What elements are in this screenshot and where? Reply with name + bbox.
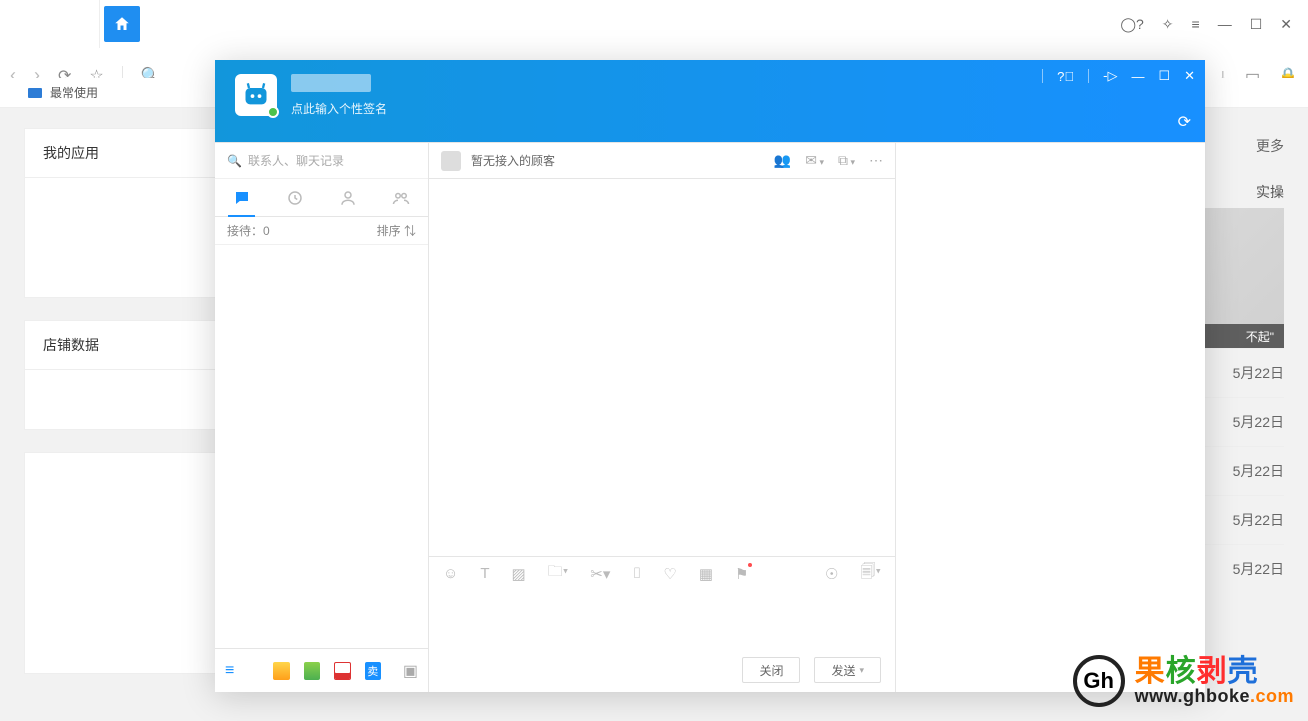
image-icon[interactable]: ▨ [512,565,526,583]
template-icon[interactable]: 🗐▾ [860,561,881,586]
user-name [291,74,371,92]
chat-main: 暂无接入的顾客 👥 ✉ ⧉ ⋯ ☺ T ▨ 🗀▾ ✂▾ ⌷ ♡ ▦ ⚑ [429,143,895,692]
sidebar-status: 接待：0 排序 ⇅ [215,217,428,245]
browser-tab[interactable] [0,0,100,48]
home-button[interactable] [104,6,140,42]
chat-window-controls: ?⃝ -▷ — ☐ ✕ [1042,68,1195,84]
watermark: Gh 果核剥壳 www.ghboke.com [1073,655,1294,707]
message-area [429,179,895,556]
flag-icon[interactable]: ⚑ [735,565,748,583]
app-shortcut-icon[interactable] [273,662,289,680]
avatar[interactable] [235,74,277,116]
browser-titlebar: ◯? ✧ ≡ — ☐ ✕ [0,0,1308,48]
extensions-icon[interactable]: ✧ [1162,16,1174,33]
app-shortcut-icon[interactable] [334,662,351,680]
watermark-logo-icon: Gh [1073,655,1125,707]
search-icon: 🔍 [227,154,242,168]
refresh-icon[interactable]: ⟳ [1178,112,1191,132]
customer-avatar [441,151,461,171]
more-icon[interactable]: ⋯ [869,152,883,169]
message-input[interactable] [429,590,895,648]
bookmark-folder-icon [28,88,42,98]
close-icon[interactable]: ✕ [1184,68,1195,84]
chat-sidebar: 🔍 联系人、聊天记录 接待：0 排序 ⇅ [215,143,429,692]
tab-group[interactable] [375,179,428,216]
app-shortcut-icon[interactable]: 卖 [365,662,381,680]
app-shortcut-icon[interactable] [304,662,320,680]
chat-header: 点此输入个性签名 ?⃝ -▷ — ☐ ✕ ⟳ [215,60,1205,142]
phone-icon[interactable]: ⌷ [632,565,641,582]
editor-toolbar: ☺ T ▨ 🗀▾ ✂▾ ⌷ ♡ ▦ ⚑ ☉ 🗐▾ [429,556,895,590]
menu-icon[interactable]: ≡ [225,662,234,680]
status-online-icon [267,106,279,118]
pin-icon[interactable]: -▷ [1103,68,1117,84]
calc-icon[interactable]: ▦ [699,565,713,583]
tab-contact[interactable] [322,179,375,216]
quick-reply-icon[interactable]: ☉ [825,565,838,583]
chat-right-panel [895,143,1205,692]
conversation-header: 暂无接入的顾客 👥 ✉ ⧉ ⋯ [429,143,895,179]
sidebar-tabs [215,179,428,217]
maximize-icon[interactable]: ☐ [1158,68,1170,84]
signature-input[interactable]: 点此输入个性签名 [291,100,387,117]
transfer-icon[interactable]: ✉ [805,152,824,169]
sidebar-bottom-bar: ≡ 卖 ▣ [215,648,428,692]
bookmark-label[interactable]: 最常使用 [50,84,98,101]
help-icon[interactable]: ?⃝ [1057,69,1074,84]
close-icon[interactable]: ✕ [1280,16,1292,33]
editor-actions: 关闭 发送 [429,648,895,692]
chat-window: 点此输入个性签名 ?⃝ -▷ — ☐ ✕ ⟳ 🔍 联系人、聊天记录 [215,60,1205,692]
sort-toggle[interactable]: 排序 ⇅ [377,222,416,239]
search-input[interactable]: 🔍 联系人、聊天记录 [215,143,428,179]
no-customer-label: 暂无接入的顾客 [471,152,555,169]
browser-window-controls: ◯? ✧ ≡ — ☐ ✕ [1104,0,1308,48]
folder-icon[interactable]: 🗀▾ [548,561,569,586]
minimize-icon[interactable]: — [1218,16,1232,32]
video-icon[interactable]: ⧉ [838,152,855,169]
font-icon[interactable]: T [480,565,489,582]
heart-icon[interactable]: ♡ [663,565,676,583]
menu-icon[interactable]: ≡ [1192,16,1200,32]
close-button[interactable]: 关闭 [742,657,800,683]
help-icon[interactable]: ◯? [1120,16,1143,33]
invite-icon[interactable]: 👥 [774,152,791,169]
tab-recent[interactable] [268,179,321,216]
tab-chats[interactable] [215,179,268,216]
emoji-icon[interactable]: ☺ [443,565,458,582]
more-link[interactable]: 更多 [1256,136,1284,156]
watermark-url: www.ghboke.com [1135,687,1294,706]
maximize-icon[interactable]: ☐ [1250,16,1263,33]
send-button[interactable]: 发送 [814,657,881,683]
watermark-title: 果核剥壳 [1135,656,1294,688]
panel-icon[interactable]: ▣ [403,661,418,681]
cut-icon[interactable]: ✂▾ [590,565,610,583]
minimize-icon[interactable]: — [1131,69,1144,84]
